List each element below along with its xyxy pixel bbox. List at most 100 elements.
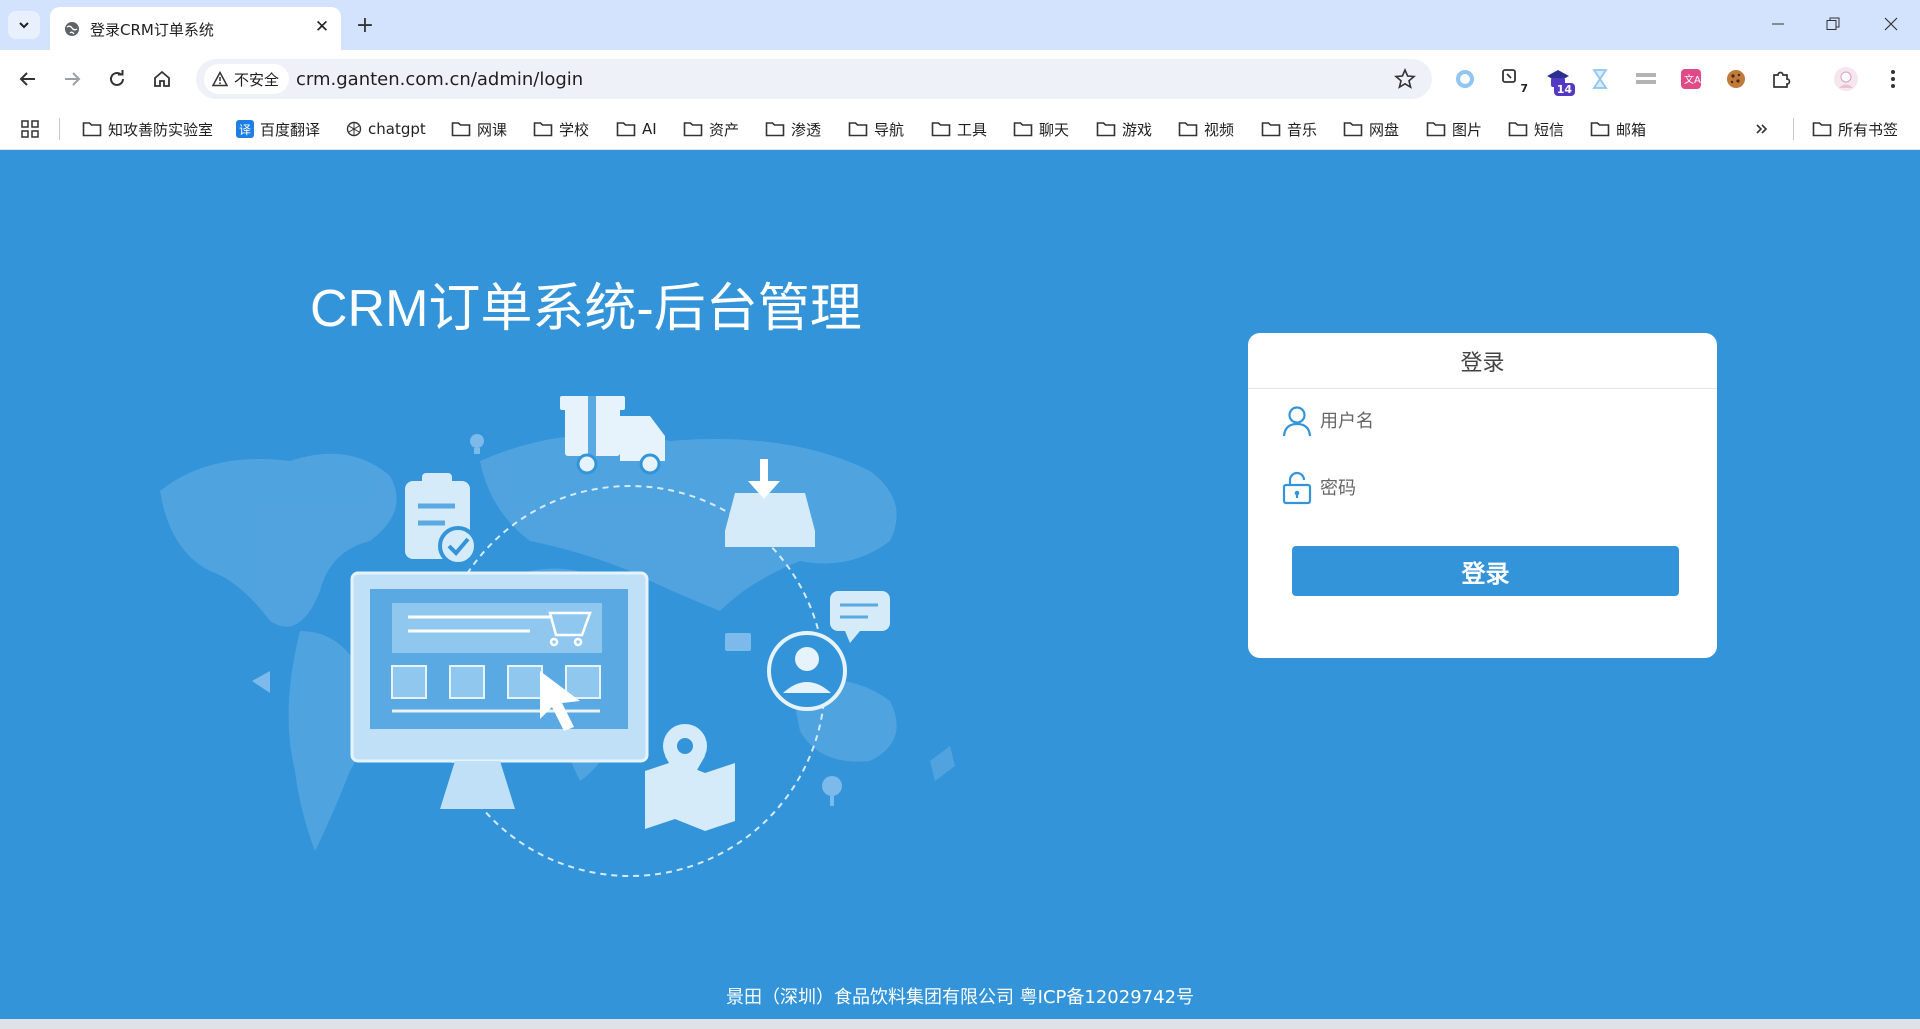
bookmark-item[interactable]: 游戏	[1096, 117, 1152, 141]
page-title: CRM订单系统-后台管理	[310, 280, 862, 338]
translate-extension-icon[interactable]: 文A	[1677, 65, 1705, 93]
bookmark-label: 网盘	[1369, 120, 1400, 139]
openai-icon	[346, 121, 362, 137]
restore-icon	[1826, 17, 1840, 30]
clipboard-graphic	[405, 473, 478, 566]
bookmark-item[interactable]: 邮箱	[1590, 117, 1646, 141]
close-window-button[interactable]	[1868, 0, 1914, 48]
all-bookmarks-label: 所有书签	[1838, 120, 1899, 139]
folder-icon	[1343, 122, 1363, 137]
login-card-title: 登录	[1248, 333, 1717, 389]
bookmark-label: 邮箱	[1616, 120, 1647, 139]
folder-icon	[1261, 122, 1281, 137]
folder-icon	[1013, 122, 1033, 137]
customer-graphic	[767, 631, 847, 711]
home-icon	[154, 70, 170, 87]
home-button[interactable]	[147, 64, 177, 94]
arrow-left-icon	[19, 72, 35, 86]
bookmark-label: 资产	[709, 120, 740, 139]
bookmark-item[interactable]: chatgpt	[346, 117, 426, 141]
login-page: CRM订单系统-后台管理 登录 用户名 登录 景田（深圳）食品饮料集团有限公司 …	[0, 151, 1920, 1019]
bookmarks-divider	[1793, 118, 1794, 140]
window-bottom-edge	[0, 1019, 1920, 1029]
svg-text:文A: 文A	[1684, 73, 1701, 86]
folder-icon	[616, 122, 636, 137]
chat-bubble-graphic	[830, 591, 890, 643]
bookmark-star-icon[interactable]	[1394, 68, 1416, 90]
security-chip[interactable]: 不安全	[204, 64, 290, 94]
tab-strip: 登录CRM订单系统 ✕ +	[0, 0, 1920, 50]
folder-icon	[1508, 122, 1528, 137]
login-button[interactable]: 登录	[1292, 546, 1679, 596]
all-bookmarks-folder[interactable]: 所有书签	[1812, 117, 1898, 141]
stripes-extension-icon[interactable]	[1632, 65, 1660, 93]
apps-grid-icon	[21, 120, 39, 138]
folder-icon	[1812, 122, 1832, 137]
school-extension-icon[interactable]: 14	[1544, 65, 1575, 96]
bookmark-item[interactable]: 工具	[931, 117, 987, 141]
bookmark-label: 网课	[477, 120, 508, 139]
bookmark-item[interactable]: 聊天	[1013, 117, 1069, 141]
bookmark-item[interactable]: 网盘	[1343, 117, 1399, 141]
bookmark-item[interactable]: 渗透	[765, 117, 821, 141]
close-icon	[1884, 17, 1898, 31]
bookmark-label: 音乐	[1287, 120, 1318, 139]
bookmark-item[interactable]: 导航	[848, 117, 904, 141]
active-tab[interactable]: 登录CRM订单系统 ✕	[50, 7, 341, 50]
folder-icon	[82, 122, 102, 137]
bookmark-item[interactable]: 音乐	[1261, 117, 1317, 141]
folder-icon	[451, 122, 471, 137]
cookie-extension-icon[interactable]	[1722, 65, 1750, 93]
bookmark-item[interactable]: 图片	[1426, 117, 1482, 141]
forward-button[interactable]	[57, 64, 87, 94]
bookmark-label: 游戏	[1122, 120, 1153, 139]
reload-icon	[110, 70, 124, 86]
translate-icon: 译	[236, 120, 254, 138]
url-text[interactable]: crm.ganten.com.cn/admin/login	[296, 69, 583, 90]
bookmark-item[interactable]: 学校	[533, 117, 589, 141]
globe-icon	[65, 22, 79, 36]
reload-button[interactable]	[102, 64, 132, 94]
bookmark-item[interactable]: AI	[616, 117, 657, 141]
hourglass-extension-icon[interactable]	[1586, 65, 1614, 93]
puzzle-extensions-icon[interactable]	[1768, 65, 1796, 93]
bookmark-label: 视频	[1204, 120, 1235, 139]
bookmark-label: 学校	[559, 120, 590, 139]
bookmark-item[interactable]: 网课	[451, 117, 507, 141]
bookmark-item[interactable]: 资产	[683, 117, 739, 141]
lock-icon	[1280, 471, 1314, 505]
folder-icon	[1426, 122, 1446, 137]
password-input[interactable]	[1320, 477, 1660, 499]
monitor-graphic	[350, 571, 649, 809]
svg-text:译: 译	[239, 123, 251, 137]
address-bar[interactable]: 不安全 crm.ganten.com.cn/admin/login	[196, 59, 1432, 99]
map-pin-graphic	[645, 724, 735, 831]
bookmark-item[interactable]: 知攻善防实验室	[82, 117, 213, 141]
new-tab-button[interactable]: +	[350, 11, 380, 39]
bookmarks-bar: 知攻善防实验室 译百度翻译 chatgpt 网课 学校 AI 资产 渗透 导航 工具 聊天 游戏 视频 音…	[0, 108, 1920, 150]
bookmark-label: 聊天	[1039, 120, 1070, 139]
bookmark-label: 知攻善防实验室	[108, 120, 214, 139]
tab-search-button[interactable]	[8, 11, 40, 39]
security-label: 不安全	[234, 70, 280, 89]
back-button[interactable]	[13, 64, 43, 94]
folder-icon	[931, 122, 951, 137]
restore-button[interactable]	[1810, 0, 1856, 48]
minimize-button[interactable]	[1755, 0, 1801, 48]
bookmark-label: 图片	[1452, 120, 1483, 139]
username-field	[1280, 401, 1685, 441]
username-input[interactable]	[1320, 410, 1660, 432]
user-icon	[1280, 404, 1314, 438]
bookmark-item[interactable]: 视频	[1178, 117, 1234, 141]
bookmark-item[interactable]: 短信	[1508, 117, 1564, 141]
chevron-double-right-icon	[1756, 124, 1768, 134]
circle-extension-icon[interactable]	[1451, 65, 1479, 93]
apps-button[interactable]	[21, 117, 39, 141]
profile-avatar[interactable]	[1832, 65, 1860, 93]
paste-extension-icon[interactable]: 7	[1498, 65, 1528, 95]
bookmarks-overflow-button[interactable]	[1755, 117, 1769, 141]
browser-menu-button[interactable]	[1879, 65, 1907, 93]
close-tab-icon[interactable]: ✕	[311, 16, 333, 38]
bookmark-item[interactable]: 译百度翻译	[236, 117, 320, 141]
bookmark-label: chatgpt	[368, 120, 426, 138]
